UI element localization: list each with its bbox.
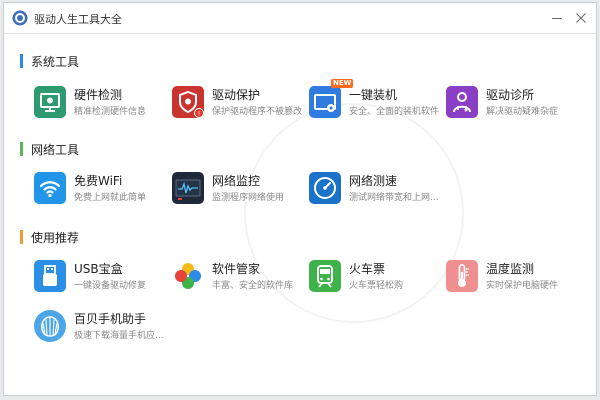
usb-icon [34, 260, 66, 292]
section-accent-bar [20, 230, 23, 244]
tool-driver-clinic[interactable]: 驱动诊所 解决驱动疑难杂症 [446, 83, 586, 121]
speedometer-icon [309, 172, 341, 204]
tool-hardware-detect[interactable]: 硬件检测 精准检测硬件信息 [34, 83, 174, 121]
tool-network-monitor[interactable]: 网络监控 监测程序网络使用 [172, 169, 312, 207]
section-label: 系统工具 [31, 54, 80, 69]
tool-desc: 精准检测硬件信息 [74, 107, 147, 117]
tool-temperature-monitor[interactable]: 温度监测 实时保护电脑硬件 [446, 257, 586, 295]
tool-desc: 火车票轻松购 [349, 281, 404, 291]
minimize-button[interactable] [548, 9, 566, 27]
tool-desc: 保护驱动程序不被篡改 [212, 107, 303, 117]
app-window: 驱动人生工具大全 系统工具 硬件检测 精准检测硬件信息 ! 驱动保护 保护驱动程… [3, 2, 597, 396]
shell-icon [34, 310, 66, 342]
title-divider [4, 33, 596, 34]
section-accent-bar [20, 142, 23, 156]
tool-desc: 实时保护电脑硬件 [486, 281, 559, 291]
tool-baibei-phone-assistant[interactable]: 百贝手机助手 极速下载海量手机应... [34, 307, 174, 345]
monitor-icon [34, 86, 66, 118]
tool-one-click-install[interactable]: NEW 一键装机 安全、全面的装机软件 [309, 79, 449, 121]
wifi-icon [34, 172, 66, 204]
tool-name: 软件管家 [212, 262, 261, 276]
tool-name: 免费WiFi [74, 174, 123, 188]
tool-driver-protect[interactable]: ! 驱动保护 保护驱动程序不被篡改 [172, 83, 312, 121]
tool-desc: 监测程序网络使用 [212, 193, 285, 203]
tool-name: 驱动保护 [212, 88, 261, 102]
shield-icon: ! [172, 86, 204, 118]
train-icon [309, 260, 341, 292]
tool-usb-box[interactable]: USB宝盒 一键设备驱动修复 [34, 257, 174, 295]
tool-name: USB宝盒 [74, 262, 123, 276]
minimize-icon [552, 18, 562, 19]
tool-free-wifi[interactable]: 免费WiFi 免费上网就此简单 [34, 169, 174, 207]
tool-name: 硬件检测 [74, 88, 123, 102]
close-button[interactable] [572, 9, 590, 27]
tool-desc: 解决驱动疑难杂症 [486, 107, 559, 117]
tool-name: 温度监测 [486, 262, 535, 276]
section-recommended: 使用推荐 [20, 229, 79, 245]
svg-text:!: ! [198, 111, 200, 118]
thermometer-icon [446, 260, 478, 292]
network-monitor-icon [172, 172, 204, 204]
title-bar: 驱动人生工具大全 [4, 3, 596, 33]
tool-desc: 丰富、安全的软件库 [212, 281, 294, 291]
section-accent-bar [20, 54, 23, 68]
software-manager-icon [175, 263, 201, 289]
tool-train-ticket[interactable]: 火车票 火车票轻松购 [309, 257, 449, 295]
tool-desc: 极速下载海量手机应... [74, 331, 164, 341]
app-logo-icon [12, 10, 28, 26]
close-icon [576, 13, 586, 23]
tool-speed-test[interactable]: 网络测速 测试网络带宽和上网... [309, 169, 449, 207]
tool-desc: 一键设备驱动修复 [74, 281, 147, 291]
tool-software-manager[interactable]: 软件管家 丰富、安全的软件库 [172, 257, 312, 295]
section-system-tools: 系统工具 [20, 53, 79, 69]
tool-desc: 测试网络带宽和上网... [349, 193, 439, 203]
tool-name: 百贝手机助手 [74, 312, 147, 326]
doctor-icon [446, 86, 478, 118]
section-network-tools: 网络工具 [20, 141, 79, 157]
install-icon [309, 86, 341, 118]
tool-desc: 安全、全面的装机软件 [349, 107, 440, 117]
section-label: 使用推荐 [31, 230, 80, 245]
tool-name: 网络测速 [349, 174, 398, 188]
section-label: 网络工具 [31, 142, 80, 157]
tool-name: 火车票 [349, 262, 386, 276]
tool-name: 一键装机 [349, 88, 398, 102]
tool-name: 驱动诊所 [486, 88, 535, 102]
window-title: 驱动人生工具大全 [34, 13, 122, 26]
tool-desc: 免费上网就此简单 [74, 193, 147, 203]
tool-name: 网络监控 [212, 174, 261, 188]
